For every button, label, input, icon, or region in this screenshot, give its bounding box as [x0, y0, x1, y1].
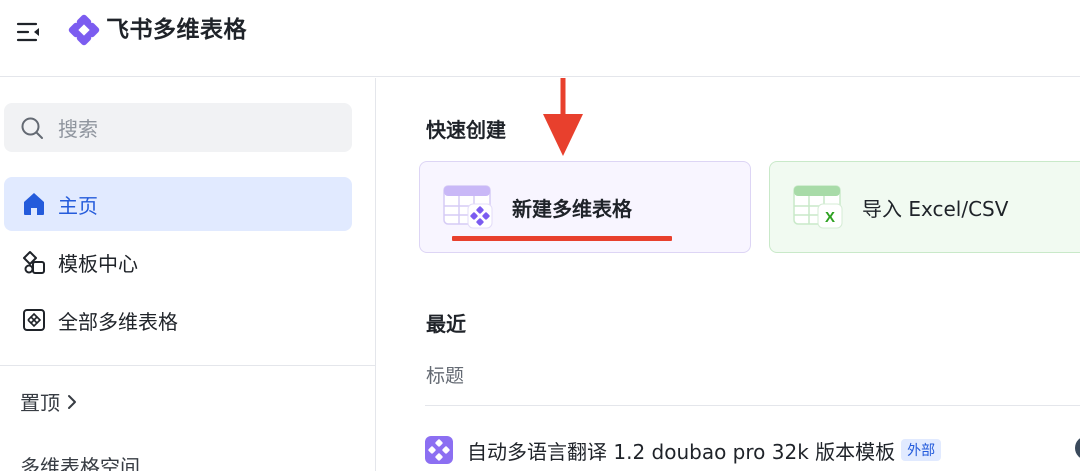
search-icon	[20, 115, 46, 141]
sidebar-item-label: 全部多维表格	[58, 309, 178, 334]
bitable-file-icon	[425, 436, 453, 464]
pinned-label: 置顶	[20, 391, 60, 415]
app-header: 飞书多维表格	[0, 0, 1080, 77]
sidebar-item-home[interactable]: 主页	[4, 177, 352, 231]
recent-title: 最近	[426, 312, 466, 336]
pinned-section[interactable]: 置顶	[20, 387, 78, 416]
all-bitable-icon	[20, 306, 48, 334]
bitable-space-section[interactable]: 多维表格空间	[20, 454, 140, 471]
search-input[interactable]: 搜索	[4, 103, 352, 152]
bitable-logo-icon	[68, 14, 100, 46]
home-icon	[20, 190, 48, 218]
sidebar-item-label: 模板中心	[58, 251, 138, 276]
sidebar-item-templates[interactable]: 模板中心	[4, 235, 352, 289]
import-excel-label: 导入 Excel/CSV	[862, 197, 1009, 221]
template-icon	[20, 248, 48, 276]
sidebar-divider	[0, 365, 376, 366]
sidebar-item-all-bitables[interactable]: 全部多维表格	[4, 293, 352, 347]
annotation-underline	[452, 236, 672, 241]
table-row[interactable]: 自动多语言翻译 1.2 doubao pro 32k 版本模板 外部	[425, 430, 1080, 470]
main-content: 快速创建 新建多维表格 X 导入 Excel/CSV 最近 标题 自动多语言翻译…	[377, 78, 1080, 471]
list-divider	[425, 405, 1080, 406]
sidebar-item-label: 主页	[58, 193, 98, 218]
app-title: 飞书多维表格	[106, 17, 247, 43]
quick-create-title: 快速创建	[426, 118, 506, 142]
import-excel-icon: X	[792, 184, 844, 230]
search-placeholder: 搜索	[58, 117, 98, 141]
new-bitable-icon	[442, 184, 494, 230]
sidebar-collapse-icon[interactable]	[14, 17, 44, 47]
import-excel-card[interactable]: X 导入 Excel/CSV	[769, 161, 1080, 253]
sidebar: 搜索 主页 模板中心 全部多维表格 置顶 多维表格空间	[0, 78, 376, 471]
new-bitable-label: 新建多维表格	[512, 197, 632, 221]
external-badge: 外部	[901, 439, 942, 461]
annotation-arrow-icon	[540, 78, 586, 158]
chevron-right-icon	[66, 394, 78, 410]
column-header-title[interactable]: 标题	[426, 361, 464, 388]
row-title: 自动多语言翻译 1.2 doubao pro 32k 版本模板	[467, 439, 896, 464]
svg-text:X: X	[825, 209, 835, 226]
